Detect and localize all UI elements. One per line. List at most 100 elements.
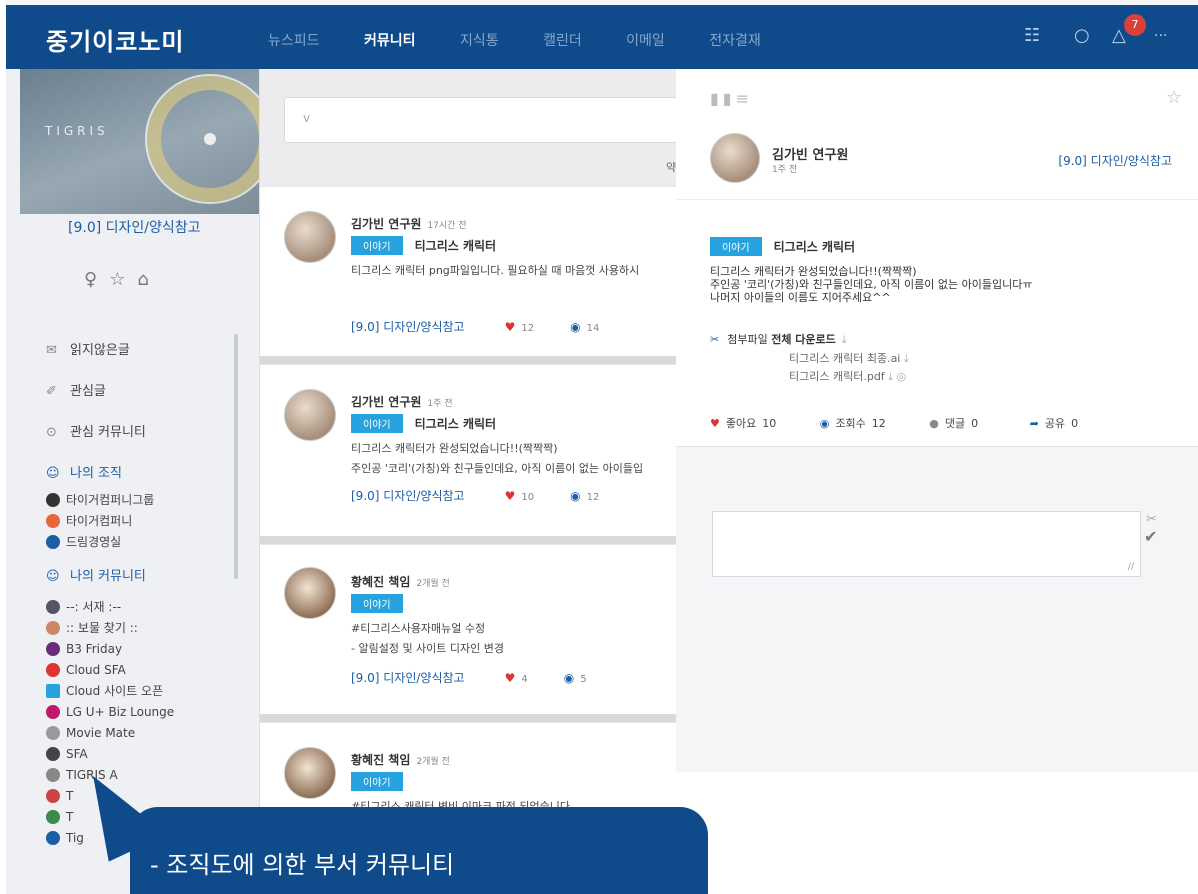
heart-icon[interactable]: ♥ <box>505 489 516 503</box>
post-line: #티그리스사용자매뉴얼 수정 <box>351 622 486 635</box>
attachment-file[interactable]: 티그리스 캐릭터 최종.ai ⤓ <box>789 350 909 366</box>
sidebar-item-unread[interactable]: ✉ 읽지않은글 <box>46 336 246 377</box>
post-card[interactable]: 황혜진 책임 2개월 전 이야기 #티그리스사용자매뉴얼 수정 - 알림설정 및 사… <box>260 544 676 714</box>
list-view-icon[interactable]: ≡ <box>736 89 753 108</box>
community-item[interactable]: Cloud 사이트 오픈 <box>10 680 246 701</box>
detail-heading: 이야기 티그리스 캐릭터 <box>710 236 855 256</box>
post-tag: 이야기 <box>351 236 403 255</box>
paperclip-icon: ✂ <box>710 333 720 346</box>
eye-icon: ◉ <box>570 489 581 503</box>
post-time: 2개월 전 <box>416 579 450 589</box>
org-chart-icon[interactable]: ☷ <box>1024 25 1040 46</box>
sidebar-item-label: 나의 커뮤니티 <box>70 569 146 584</box>
search-input[interactable]: v <box>284 97 676 143</box>
comment-input[interactable]: ∕∕ <box>712 511 1141 577</box>
wheel-hub <box>204 133 216 145</box>
post-tag: 이야기 <box>351 772 403 791</box>
community-item[interactable]: --: 서재 :-- <box>10 596 246 617</box>
nav-email[interactable]: 이메일 <box>626 30 665 50</box>
like-label[interactable]: 좋아요 <box>726 417 756 430</box>
post-community[interactable]: [9.0] 디자인/양식참고 <box>351 671 465 685</box>
detail-line: 주인공 '코리'(가칭)와 친구들인데요, 아직 이름이 없는 아이들입니다ㅠ <box>710 278 1033 291</box>
heart-icon[interactable]: ♥ <box>505 320 516 334</box>
nav-knowledge[interactable]: 지식통 <box>460 30 499 50</box>
community-dot-icon <box>46 704 60 719</box>
post-tag: 이야기 <box>351 414 403 433</box>
heart-icon[interactable]: ♥ <box>710 417 720 430</box>
member-icon[interactable]: ⌂ <box>137 269 160 290</box>
split-view-icon[interactable]: ▮▮ <box>710 89 736 108</box>
avatar <box>710 133 760 183</box>
sidebar-item-my-org[interactable]: ☺ 나의 조직 <box>46 459 246 489</box>
post-detail-panel: ▮▮≡ ☆ 김가빈 연구원 1주 전 [9.0] 디자인/양식참고 이야기 티그리… <box>676 69 1198 894</box>
sidebar-scrollbar[interactable] <box>234 334 238 579</box>
post-tag: 이야기 <box>351 594 403 613</box>
post-body: 티그리스 캐릭터가 완성되었습니다!!(짝짝짝) 주인공 '코리'(가칭)와 친구… <box>351 439 643 479</box>
org-item[interactable]: 타이거컴퍼니 <box>10 510 246 531</box>
nav-newsfeed[interactable]: 뉴스피드 <box>268 30 320 50</box>
org-item-label: 드림경영실 <box>66 535 122 549</box>
community-dot-icon <box>46 662 60 677</box>
post-author: 황혜진 책임 2개월 전 <box>351 751 450 768</box>
star-icon[interactable]: ☆ <box>1166 87 1182 108</box>
community-item[interactable]: LG U+ Biz Lounge <box>10 701 246 722</box>
heart-icon[interactable]: ♥ <box>505 671 516 685</box>
sidebar-item-interest-posts[interactable]: ✐ 관심글 <box>46 377 246 418</box>
comment-label[interactable]: 댓글 <box>945 417 965 430</box>
detail-community-link[interactable]: [9.0] 디자인/양식참고 <box>1058 152 1172 169</box>
community-dot-icon <box>46 725 60 740</box>
callout-bubble: - 조직도에 의한 부서 커뮤니티 <box>130 807 708 894</box>
avatar <box>284 567 336 619</box>
submit-check-icon[interactable]: ✔ <box>1144 527 1157 546</box>
share-label[interactable]: 공유 <box>1045 417 1065 430</box>
star-icon[interactable]: ☆ <box>109 269 137 290</box>
sidebar-item-my-communities[interactable]: ☺ 나의 커뮤니티 <box>46 562 246 596</box>
notification-badge: 7 <box>1124 14 1146 36</box>
post-author: 김가빈 연구원 17시간 전 <box>351 215 467 232</box>
download-icon[interactable]: ⤓ <box>888 370 893 383</box>
sort-option[interactable]: 약 <box>666 159 676 175</box>
community-title[interactable]: [9.0] 디자인/양식참고 <box>68 217 201 237</box>
more-icon[interactable]: ··· <box>1154 28 1167 44</box>
community-item-label: Tig <box>66 830 84 845</box>
download-all-button[interactable]: 전체 다운로드 <box>771 333 836 346</box>
preview-icon[interactable]: ◎ <box>897 370 907 383</box>
community-item[interactable]: :: 보물 찾기 :: <box>10 617 246 638</box>
sidebar-item-label: 읽지않은글 <box>70 343 130 358</box>
download-icon[interactable]: ⤓ <box>842 333 847 346</box>
detail-line: 나머지 아이들의 이름도 지어주세요^^ <box>710 291 891 304</box>
view-count: 5 <box>580 674 587 685</box>
post-community[interactable]: [9.0] 디자인/양식참고 <box>351 320 465 334</box>
post-card[interactable]: 김가빈 연구원 17시간 전 이야기 티그리스 캐릭터 티그리스 캐릭터 png파일… <box>260 186 676 356</box>
community-dot-icon <box>46 620 60 635</box>
chat-icon[interactable]: ○ <box>1074 25 1090 46</box>
view-count: 14 <box>586 323 600 334</box>
post-heading: 이야기 <box>351 593 403 613</box>
resize-handle-icon[interactable]: ∕∕ <box>1128 562 1134 572</box>
file-name[interactable]: 티그리스 캐릭터.pdf <box>789 370 885 383</box>
post-community[interactable]: [9.0] 디자인/양식참고 <box>351 489 465 503</box>
sidebar-item-interest-communities[interactable]: ⊙ 관심 커뮤니티 <box>46 418 246 459</box>
org-item[interactable]: 타이거컴퍼니그룹 <box>10 489 246 510</box>
community-dot-icon <box>46 746 60 761</box>
nav-calendar[interactable]: 캘린더 <box>543 30 582 50</box>
post-card[interactable]: 김가빈 연구원 1주 전 이야기 티그리스 캐릭터 티그리스 캐릭터가 완성되었습니… <box>260 364 676 536</box>
org-item[interactable]: 드림경영실 <box>10 531 246 552</box>
community-item[interactable]: Movie Mate <box>10 722 246 743</box>
group-icon: ☺ <box>46 466 60 481</box>
download-icon[interactable]: ⤓ <box>904 352 909 365</box>
attach-icon[interactable]: ✂ <box>1146 512 1157 527</box>
community-item[interactable]: B3 Friday <box>10 638 246 659</box>
nav-community[interactable]: 커뮤니티 <box>364 30 416 50</box>
community-cover-image: TIGRIS <box>20 69 259 214</box>
nav-approval[interactable]: 전자결재 <box>709 30 761 50</box>
pin-icon[interactable]: ♀ <box>84 269 109 290</box>
community-item[interactable]: Cloud SFA <box>10 659 246 680</box>
file-name[interactable]: 티그리스 캐릭터 최종.ai <box>789 352 900 365</box>
post-time: 1주 전 <box>427 399 453 409</box>
eye-icon: ◉ <box>570 320 581 334</box>
app-logo[interactable]: 중기이코노미 <box>46 22 184 57</box>
community-item-label: B3 Friday <box>66 641 123 656</box>
attachment-file[interactable]: 티그리스 캐릭터.pdf ⤓ ◎ <box>789 368 906 384</box>
share-icon[interactable]: ➦ <box>1030 417 1039 430</box>
